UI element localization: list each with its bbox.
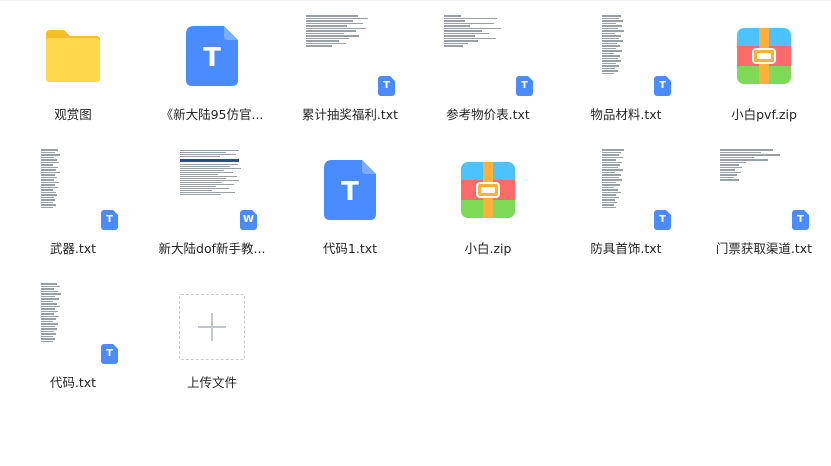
file-tile-txt[interactable]: T 代码.txt (10, 268, 136, 392)
file-tile-folder[interactable]: 观赏图 (10, 0, 136, 124)
file-tile-txt[interactable]: T 《新大陆95仿官... (149, 0, 275, 124)
file-name: 武器.txt (49, 241, 97, 256)
zip-icon (737, 28, 791, 84)
upload-file-tile[interactable]: 上传文件 (149, 268, 275, 392)
folder-icon (46, 30, 100, 82)
file-tile-zip[interactable]: 小白.zip (425, 134, 551, 258)
txt-badge-icon: T (101, 210, 118, 230)
txt-badge-icon: T (378, 76, 395, 96)
file-tile-txt[interactable]: T 防具首饰.txt (563, 134, 689, 258)
file-name: 防具首饰.txt (590, 241, 662, 256)
file-name: 小白pvf.zip (731, 107, 797, 122)
file-name: 参考物价表.txt (446, 107, 530, 122)
text-preview (602, 14, 650, 94)
thumbnail: W (162, 148, 262, 232)
thumbnail (438, 148, 538, 232)
file-tile-txt[interactable]: T 累计抽奖福利.txt (287, 0, 413, 124)
text-preview (602, 148, 650, 228)
upload-label: 上传文件 (186, 375, 237, 390)
thumbnail: T (23, 282, 123, 366)
txt-badge-icon: T (792, 210, 809, 230)
txt-badge-icon: T (654, 210, 671, 230)
file-name: 新大陆dof新手教... (158, 241, 266, 256)
svg-text:T: T (341, 177, 359, 207)
file-name: 代码.txt (49, 375, 97, 390)
file-tile-doc[interactable]: W 新大陆dof新手教... (149, 134, 275, 258)
text-preview (720, 148, 806, 206)
text-file-icon: T (324, 160, 376, 220)
file-name: 观赏图 (54, 107, 92, 122)
thumbnail (714, 14, 814, 98)
txt-badge-icon: T (654, 76, 671, 96)
txt-badge-icon: T (101, 344, 118, 364)
thumbnail: T (162, 14, 262, 98)
thumbnail: T (576, 148, 676, 232)
thumbnail (23, 14, 123, 98)
upload-button[interactable] (179, 294, 245, 360)
plus-icon (198, 313, 226, 341)
text-preview (444, 14, 530, 72)
svg-text:T: T (203, 43, 221, 73)
text-preview (41, 282, 89, 362)
txt-badge-icon: T (516, 76, 533, 96)
thumbnail: T (300, 148, 400, 232)
file-name: 小白.zip (464, 241, 512, 256)
file-tile-txt[interactable]: T 代码1.txt (287, 134, 413, 258)
file-tile-txt[interactable]: T 参考物价表.txt (425, 0, 551, 124)
text-preview (306, 14, 392, 72)
file-name: 《新大陆95仿官... (160, 107, 264, 122)
file-tile-zip[interactable]: 小白pvf.zip (701, 0, 827, 124)
thumbnail (162, 282, 262, 366)
thumbnail: T (438, 14, 538, 98)
thumbnail: T (576, 14, 676, 98)
thumbnail: T (23, 148, 123, 232)
word-badge-icon: W (240, 210, 257, 230)
file-tile-txt[interactable]: T 门票获取渠道.txt (701, 134, 827, 258)
text-preview (41, 148, 89, 228)
zip-icon (461, 162, 515, 218)
file-tile-txt[interactable]: T 物品材料.txt (563, 0, 689, 124)
thumbnail: T (714, 148, 814, 232)
file-tile-txt[interactable]: T 武器.txt (10, 134, 136, 258)
thumbnail: T (300, 14, 400, 98)
file-name: 门票获取渠道.txt (715, 241, 813, 256)
doc-preview (180, 148, 246, 228)
file-name: 累计抽奖福利.txt (301, 107, 399, 122)
file-name: 物品材料.txt (590, 107, 662, 122)
file-grid: 观赏图 T 《新大陆95仿官... T 累计抽奖福利.txt T 参考物价表.t… (0, 0, 831, 466)
file-name: 代码1.txt (322, 241, 378, 256)
text-file-icon: T (186, 26, 238, 86)
